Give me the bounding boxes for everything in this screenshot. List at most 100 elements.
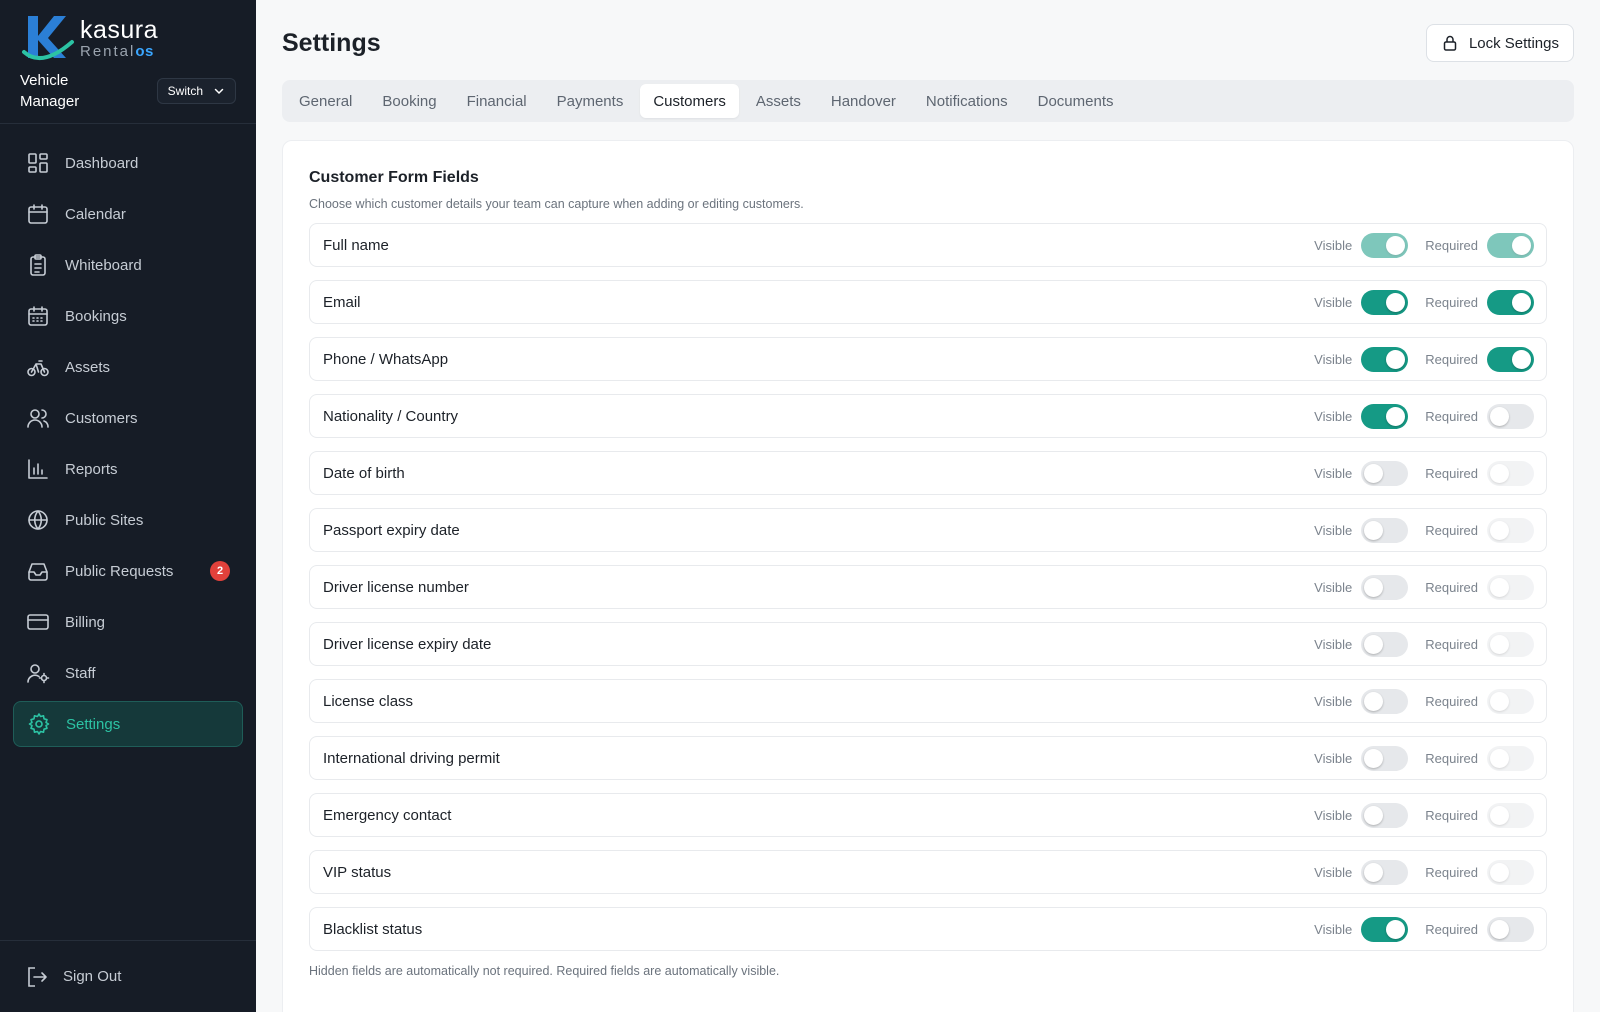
- visible-toggle[interactable]: [1361, 403, 1409, 429]
- card-subtitle: Choose which customer details your team …: [309, 197, 804, 211]
- required-toggle[interactable]: [1487, 688, 1534, 714]
- required-toggle[interactable]: [1487, 460, 1534, 486]
- visible-toggle[interactable]: [1361, 232, 1409, 258]
- required-toggle[interactable]: [1487, 859, 1534, 885]
- required-toggle[interactable]: [1487, 574, 1534, 600]
- sidebar-item-public-requests[interactable]: Public Requests 2: [13, 548, 243, 594]
- visible-toggle[interactable]: [1361, 745, 1409, 771]
- sidebar-item-label: Public Sites: [65, 511, 144, 529]
- field-controls: Visible Required: [1314, 859, 1534, 885]
- tab-customers[interactable]: Customers: [640, 84, 739, 118]
- sidebar-item-billing[interactable]: Billing: [13, 599, 243, 645]
- toggle-knob: [1490, 919, 1509, 939]
- required-label: Required: [1425, 522, 1478, 538]
- sidebar-item-dashboard[interactable]: Dashboard: [13, 140, 243, 186]
- brand-area: kasura Rentalos Vehicle Manager Switch: [0, 0, 256, 124]
- field-label: Nationality / Country: [323, 407, 459, 425]
- visible-label: Visible: [1314, 807, 1353, 823]
- user-gear-icon: [25, 660, 51, 686]
- required-toggle[interactable]: [1487, 802, 1534, 828]
- tab-handover[interactable]: Handover: [818, 84, 909, 118]
- visible-toggle[interactable]: [1361, 517, 1409, 543]
- required-label: Required: [1425, 921, 1478, 937]
- required-toggle[interactable]: [1487, 517, 1534, 543]
- sidebar-item-staff[interactable]: Staff: [13, 650, 243, 696]
- visible-toggle[interactable]: [1361, 688, 1409, 714]
- tab-general[interactable]: General: [286, 84, 365, 118]
- tab-payments[interactable]: Payments: [544, 84, 637, 118]
- visible-toggle[interactable]: [1361, 289, 1409, 315]
- required-toggle[interactable]: [1487, 631, 1534, 657]
- required-toggle[interactable]: [1487, 232, 1534, 258]
- toggle-knob: [1490, 634, 1509, 654]
- required-toggle[interactable]: [1487, 346, 1534, 372]
- visible-toggle[interactable]: [1361, 802, 1409, 828]
- toggle-knob: [1512, 292, 1531, 312]
- visible-toggle[interactable]: [1361, 346, 1409, 372]
- required-label: Required: [1425, 693, 1478, 709]
- visible-label: Visible: [1314, 750, 1353, 766]
- tab-assets[interactable]: Assets: [743, 84, 814, 118]
- field-row-passport-expiry-date: Passport expiry date Visible Required: [309, 508, 1547, 552]
- sidebar-item-label: Calendar: [65, 205, 126, 223]
- field-label: Driver license number: [323, 578, 469, 596]
- sidebar-item-whiteboard[interactable]: Whiteboard: [13, 242, 243, 288]
- required-label: Required: [1425, 351, 1478, 367]
- visible-label: Visible: [1314, 351, 1353, 367]
- chevron-down-icon: [214, 88, 224, 95]
- visible-toggle[interactable]: [1361, 916, 1409, 942]
- tab-financial[interactable]: Financial: [454, 84, 540, 118]
- bookings-calendar-icon: [25, 303, 51, 329]
- required-label: Required: [1425, 294, 1478, 310]
- sidebar-item-label: Billing: [65, 613, 106, 631]
- tab-notifications[interactable]: Notifications: [913, 84, 1021, 118]
- sidebar-item-settings[interactable]: Settings: [13, 701, 243, 747]
- required-toggle[interactable]: [1487, 289, 1534, 315]
- tab-booking[interactable]: Booking: [369, 84, 449, 118]
- sidebar-item-reports[interactable]: Reports: [13, 446, 243, 492]
- visible-label: Visible: [1314, 636, 1353, 652]
- sign-out-button[interactable]: Sign Out: [0, 940, 256, 1012]
- visible-label: Visible: [1314, 465, 1353, 481]
- page-title: Settings: [282, 28, 381, 57]
- required-toggle[interactable]: [1487, 403, 1534, 429]
- field-label: Passport expiry date: [323, 521, 460, 539]
- required-label: Required: [1425, 408, 1478, 424]
- field-row-international-driving-permit: International driving permit Visible Requi…: [309, 736, 1547, 780]
- sidebar-item-label: Assets: [65, 358, 111, 376]
- calendar-icon: [25, 201, 51, 227]
- field-controls: Visible Required: [1314, 403, 1534, 429]
- bike-icon: [25, 354, 51, 380]
- required-label: Required: [1425, 579, 1478, 595]
- logo: kasura Rentalos: [20, 10, 236, 66]
- field-row-vip-status: VIP status Visible Required: [309, 850, 1547, 894]
- brand-sub-accent: os: [135, 42, 154, 60]
- sidebar-item-public-sites[interactable]: Public Sites: [13, 497, 243, 543]
- required-toggle[interactable]: [1487, 745, 1534, 771]
- visible-toggle[interactable]: [1361, 631, 1409, 657]
- field-row-phone-whatsapp: Phone / WhatsApp Visible Required: [309, 337, 1547, 381]
- tab-documents[interactable]: Documents: [1025, 84, 1127, 118]
- required-label: Required: [1425, 465, 1478, 481]
- visible-toggle[interactable]: [1361, 460, 1409, 486]
- visible-toggle[interactable]: [1361, 574, 1409, 600]
- dashboard-icon: [25, 150, 51, 176]
- inbox-icon: [25, 558, 51, 584]
- visible-toggle[interactable]: [1361, 859, 1409, 885]
- visible-label: Visible: [1314, 408, 1353, 424]
- toggle-knob: [1364, 577, 1384, 597]
- sidebar-item-label: Reports: [65, 460, 118, 478]
- customer-form-fields-card: Customer Form Fields Choose which custom…: [282, 140, 1574, 1012]
- sidebar-item-assets[interactable]: Assets: [13, 344, 243, 390]
- switch-button[interactable]: Switch: [156, 78, 236, 104]
- sidebar-item-bookings[interactable]: Bookings: [13, 293, 243, 339]
- lock-settings-button[interactable]: Lock Settings: [1425, 24, 1574, 62]
- sidebar-item-calendar[interactable]: Calendar: [13, 191, 243, 237]
- required-toggle[interactable]: [1487, 916, 1534, 942]
- sidebar-item-customers[interactable]: Customers: [13, 395, 243, 441]
- toggle-knob: [1364, 691, 1384, 711]
- toggle-knob: [1386, 292, 1406, 312]
- toggle-knob: [1490, 862, 1509, 882]
- visible-label: Visible: [1314, 294, 1353, 310]
- main-content: Settings Lock Settings General Booking Fin…: [256, 0, 1600, 1012]
